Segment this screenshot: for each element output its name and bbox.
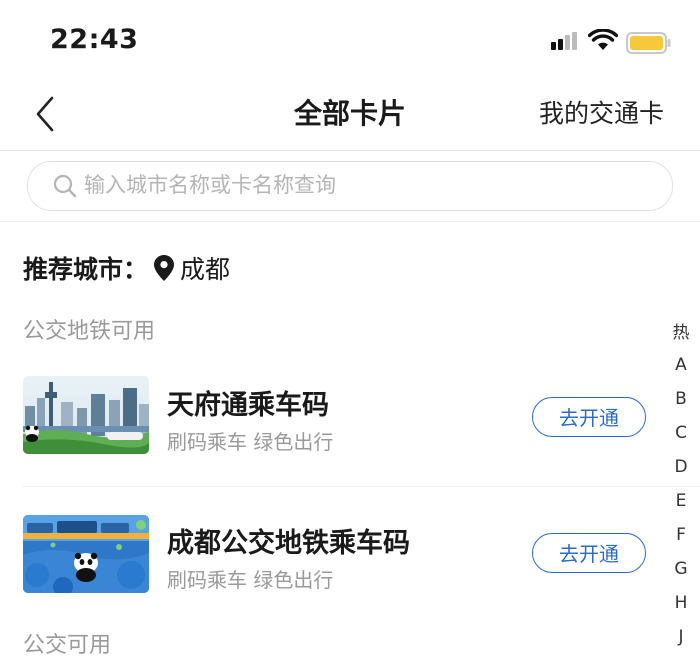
index-item-hot[interactable]: 热 [668, 318, 694, 343]
search-icon [53, 174, 77, 198]
status-bar: 22:43 [0, 0, 700, 80]
recommended-city: 推荐城市： 成都 [23, 250, 230, 286]
navigation-bar: 全部卡片 我的交通卡 [0, 80, 700, 151]
section-label-bus: 公交可用 [23, 633, 112, 658]
recommended-city-name[interactable]: 成都 [180, 250, 230, 286]
card-subtitle: 刷码乘车 绿色出行 [167, 568, 334, 592]
my-transit-card-link[interactable]: 我的交通卡 [539, 94, 664, 130]
card-row-tianfutong[interactable]: 天府通乘车码 刷码乘车 绿色出行 去开通 [0, 370, 660, 490]
index-item-c[interactable]: C [668, 423, 694, 443]
search-input[interactable] [84, 162, 644, 208]
search-bar [27, 161, 673, 211]
divider [0, 221, 700, 222]
divider [23, 486, 700, 487]
card-thumbnail-chengdu-metro [23, 515, 149, 593]
card-name: 成都公交地铁乘车码 [167, 528, 410, 559]
index-item-g[interactable]: G [668, 559, 694, 579]
index-item-a[interactable]: A [668, 355, 694, 375]
back-button[interactable] [28, 92, 68, 136]
index-item-b[interactable]: B [668, 389, 694, 409]
battery-icon [626, 32, 671, 54]
section-label-bus-metro: 公交地铁可用 [23, 319, 156, 344]
index-item-d[interactable]: D [668, 457, 694, 477]
index-item-j[interactable]: J [668, 627, 694, 647]
card-name: 天府通乘车码 [167, 390, 329, 421]
location-pin-icon [154, 255, 175, 281]
chevron-left-icon [36, 96, 54, 132]
index-item-f[interactable]: F [668, 525, 694, 545]
open-card-button[interactable]: 去开通 [532, 397, 646, 437]
status-time: 22:43 [50, 24, 139, 55]
card-thumbnail-tianfutong [23, 376, 149, 454]
open-card-button[interactable]: 去开通 [532, 533, 646, 573]
index-item-e[interactable]: E [668, 491, 694, 511]
recommended-city-label: 推荐城市： [23, 255, 149, 284]
index-item-h[interactable]: H [668, 593, 694, 613]
card-row-chengdu-metro[interactable]: 成都公交地铁乘车码 刷码乘车 绿色出行 去开通 [0, 506, 660, 626]
wifi-icon [588, 29, 618, 50]
cellular-signal-icon [551, 32, 577, 50]
card-subtitle: 刷码乘车 绿色出行 [167, 430, 334, 454]
